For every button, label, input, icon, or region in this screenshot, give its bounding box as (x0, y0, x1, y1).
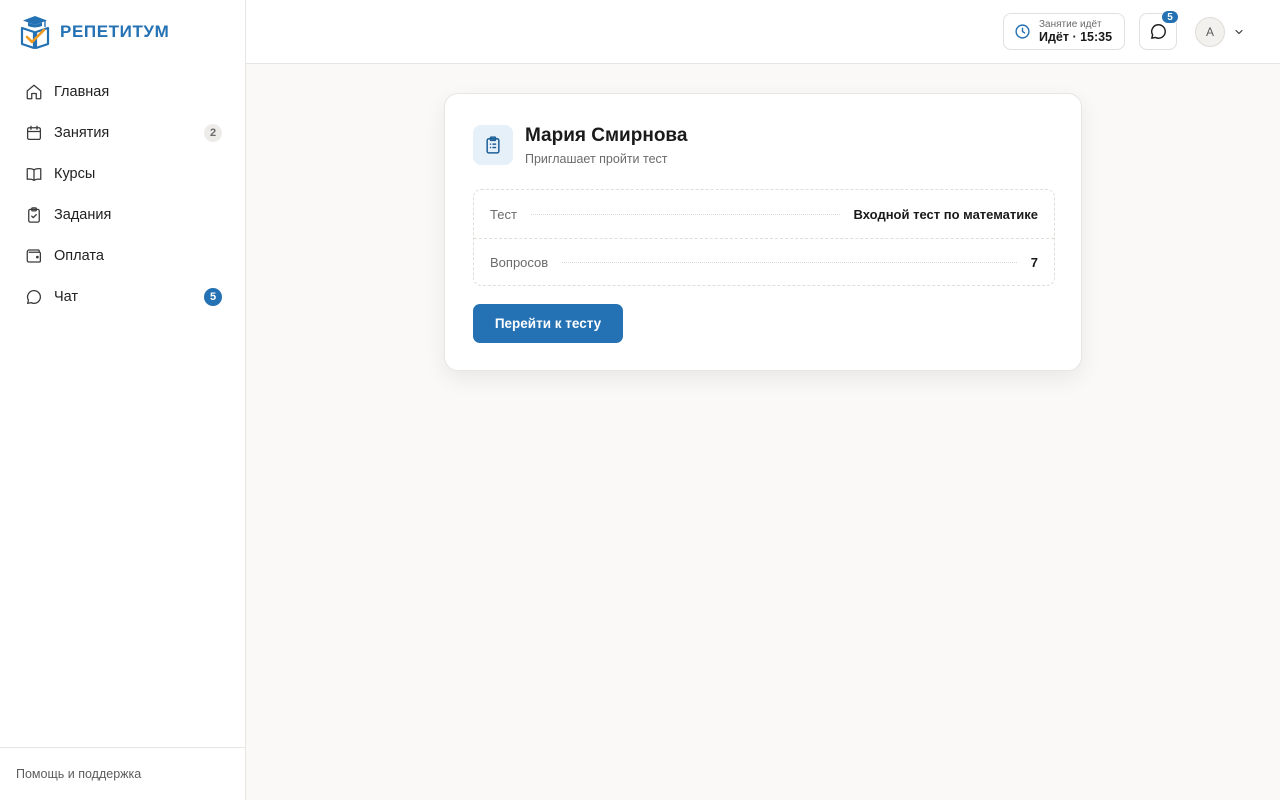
clipboard-list-icon (473, 125, 513, 165)
lessons-count-badge: 2 (204, 123, 222, 142)
clipboard-check-icon (24, 205, 44, 225)
detail-label: Вопросов (490, 255, 549, 270)
chat-icon (1150, 24, 1166, 39)
go-to-test-button[interactable]: Перейти к тесту (473, 304, 623, 343)
clock-icon (1015, 24, 1030, 39)
brand-logo-icon (20, 16, 50, 49)
sidebar: РЕПЕТИТУМ Главная Занятия 2 Курсы Задани… (0, 0, 246, 800)
card-titles: Мария Смирнова Приглашает пройти тест (525, 125, 687, 166)
chat-unread-badge: 5 (204, 287, 222, 306)
sidebar-item-chat[interactable]: Чат 5 (12, 276, 234, 317)
lesson-status-button[interactable]: Занятие идёт Идёт · 15:35 (1003, 13, 1125, 50)
sidebar-item-label: Задания (54, 206, 112, 223)
sidebar-item-home[interactable]: Главная (12, 71, 234, 112)
card-header: Мария Смирнова Приглашает пройти тест (473, 125, 687, 166)
sidebar-item-label: Чат (54, 288, 79, 305)
chat-notification-badge: 5 (1161, 10, 1179, 24)
wallet-icon (24, 246, 44, 266)
invitation-subtitle: Приглашает пройти тест (525, 152, 668, 166)
brand-name: РЕПЕТИТУМ (60, 22, 170, 41)
app-root: РЕПЕТИТУМ Главная Занятия 2 Курсы Задани… (0, 0, 1280, 800)
sidebar-item-tasks[interactable]: Задания (12, 194, 234, 235)
sidebar-item-label: Курсы (54, 165, 96, 182)
detail-label: Тест (490, 206, 517, 222)
test-name-value: Входной тест по математике (853, 206, 1038, 222)
detail-row-questions: Вопросов 7 (474, 238, 1054, 286)
home-icon (24, 82, 44, 102)
detail-row-test: Тест Входной тест по математике (474, 190, 1054, 238)
chat-icon (24, 287, 44, 307)
help-support-link[interactable]: Помощь и поддержка (16, 767, 141, 781)
topbar: Занятие идёт Идёт · 15:35 5 A (246, 0, 1280, 64)
sidebar-item-payment[interactable]: Оплата (12, 235, 234, 276)
book-icon (24, 164, 44, 184)
sidebar-item-label: Оплата (54, 247, 104, 264)
dotted-leader (562, 262, 1017, 263)
dotted-leader (530, 213, 840, 215)
avatar: A (1195, 17, 1225, 47)
sidebar-nav: Главная Занятия 2 Курсы Задания Оплата Ч… (12, 71, 234, 317)
lesson-status-value: Идёт · 15:35 (1039, 30, 1113, 45)
question-count-value: 7 (1030, 255, 1038, 270)
sidebar-footer: Помощь и поддержка (0, 747, 245, 800)
chat-button[interactable]: 5 (1139, 10, 1179, 50)
sidebar-item-courses[interactable]: Курсы (12, 153, 234, 194)
sidebar-item-lessons[interactable]: Занятия 2 (12, 112, 234, 153)
calendar-icon (24, 123, 44, 143)
brand-logo-link[interactable]: РЕПЕТИТУМ (20, 14, 169, 50)
sidebar-item-label: Занятия (54, 124, 110, 141)
chevron-down-icon (1235, 29, 1243, 35)
sidebar-item-label: Главная (54, 83, 110, 100)
test-details: Тест Входной тест по математике Вопросов… (473, 189, 1055, 286)
user-menu-button[interactable]: A (1195, 16, 1245, 48)
test-invitation-card: Мария Смирнова Приглашает пройти тест Те… (444, 93, 1082, 371)
teacher-name: Мария Смирнова (525, 125, 688, 146)
lesson-status-caption: Занятие идёт (1039, 18, 1102, 30)
lesson-status-text: Занятие идёт Идёт · 15:35 (1039, 19, 1112, 45)
